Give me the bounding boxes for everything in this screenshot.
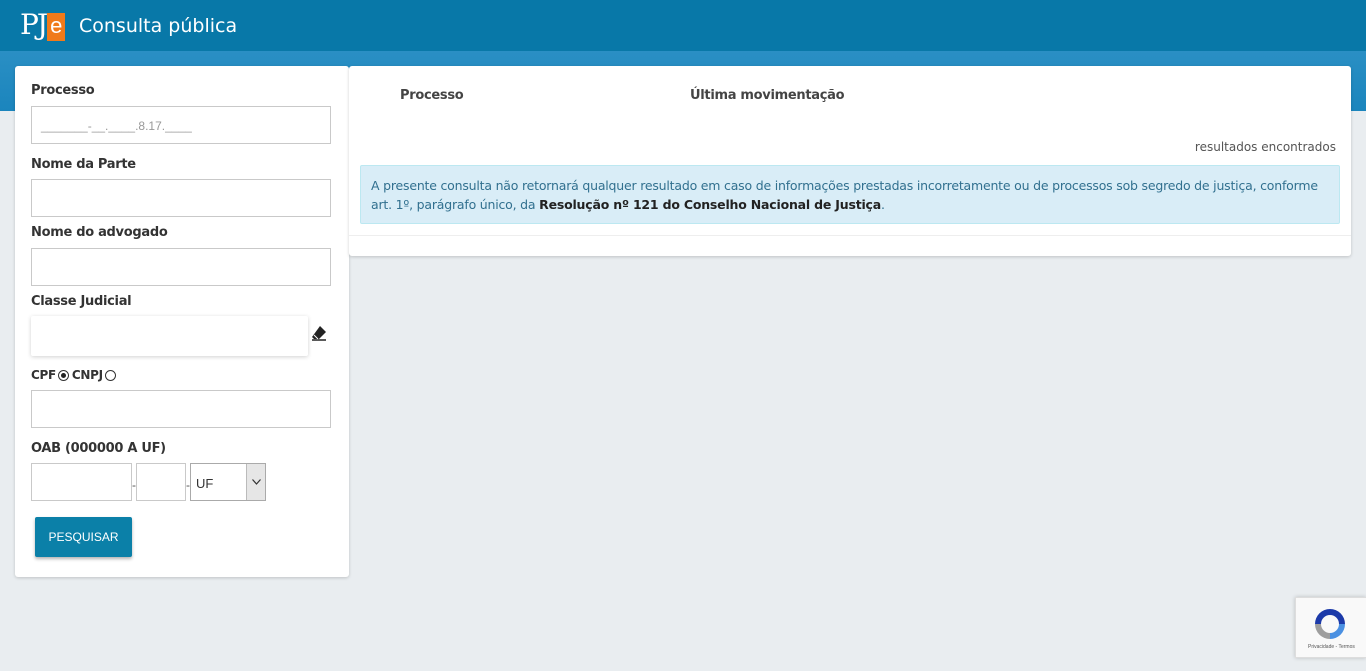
cpf-label: CPF bbox=[31, 368, 56, 382]
results-count: resultados encontrados bbox=[1194, 140, 1336, 154]
processo-input[interactable]: _______-__.____.8.17.____ bbox=[31, 106, 331, 144]
processo-label: Processo bbox=[31, 83, 95, 98]
nome-parte-label: Nome da Parte bbox=[31, 157, 136, 172]
page-title: Consulta pública bbox=[79, 15, 238, 37]
logo-suffix: e bbox=[47, 13, 66, 41]
info-alert: A presente consulta não retornará qualqu… bbox=[360, 165, 1340, 224]
oab-label: OAB (000000 A UF) bbox=[31, 441, 166, 456]
alert-end: . bbox=[881, 197, 885, 212]
column-header-processo[interactable]: Processo bbox=[400, 88, 464, 103]
recaptcha-icon bbox=[1315, 609, 1345, 639]
pje-logo[interactable]: PJ e bbox=[20, 8, 66, 43]
nome-advogado-label: Nome do advogado bbox=[31, 225, 168, 240]
divider bbox=[349, 235, 1351, 236]
classe-judicial-label: Classe Judicial bbox=[31, 294, 132, 309]
classe-judicial-input[interactable] bbox=[31, 316, 308, 356]
oab-letter-input[interactable] bbox=[136, 463, 186, 501]
search-button[interactable]: PESQUISAR bbox=[35, 517, 132, 557]
alert-resolution: Resolução nº 121 do Conselho Nacional de… bbox=[539, 197, 881, 212]
chevron-down-icon bbox=[246, 464, 265, 500]
recaptcha-badge[interactable]: Privacidade - Termos bbox=[1295, 597, 1366, 658]
oab-number-input[interactable] bbox=[31, 463, 132, 501]
logo-text: PJ bbox=[20, 8, 48, 41]
column-header-ultima-movimentacao[interactable]: Última movimentação bbox=[690, 88, 845, 103]
nome-advogado-input[interactable] bbox=[31, 248, 331, 286]
results-panel: Processo Última movimentação resultados … bbox=[349, 66, 1351, 256]
document-type-selector: CPF CNPJ bbox=[31, 368, 119, 382]
cnpj-radio[interactable] bbox=[104, 369, 116, 381]
uf-select-value: UF bbox=[196, 476, 214, 491]
nome-parte-input[interactable] bbox=[31, 179, 331, 217]
search-form-panel: Processo _______-__.____.8.17.____ Nome … bbox=[15, 66, 349, 577]
uf-select[interactable]: UF bbox=[190, 463, 266, 501]
eraser-icon[interactable] bbox=[311, 325, 327, 341]
processo-placeholder: _______-__.____.8.17.____ bbox=[41, 119, 192, 133]
document-number-input[interactable] bbox=[31, 390, 331, 428]
recaptcha-footer[interactable]: Privacidade - Termos bbox=[1308, 644, 1355, 650]
cnpj-label: CNPJ bbox=[71, 368, 103, 382]
cpf-radio[interactable] bbox=[57, 369, 69, 381]
